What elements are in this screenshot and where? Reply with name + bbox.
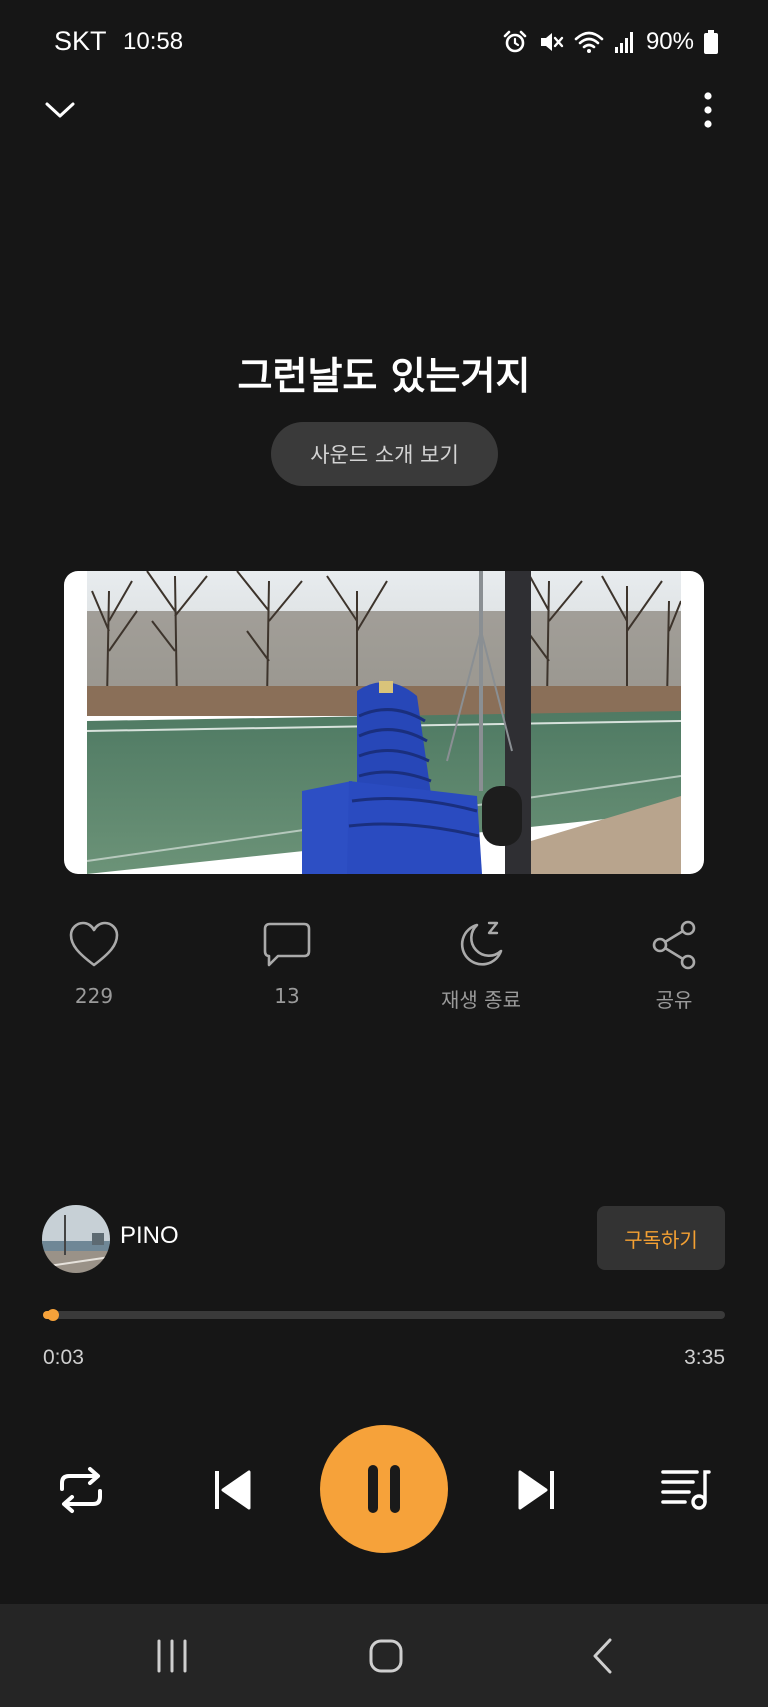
pause-icon — [368, 1465, 400, 1513]
previous-button[interactable] — [204, 1463, 258, 1517]
sleep-timer-action[interactable]: 재생 종료 — [411, 918, 551, 1013]
current-time: 0:03 — [43, 1346, 84, 1369]
repeat-button[interactable] — [50, 1462, 112, 1518]
comment-count: 13 — [274, 984, 300, 1008]
home-icon — [369, 1639, 403, 1672]
skip-previous-icon — [215, 1470, 251, 1510]
status-time: 10:58 — [123, 28, 184, 55]
home-button[interactable] — [326, 1604, 446, 1707]
heart-icon — [69, 921, 119, 967]
more-options-button[interactable] — [690, 88, 726, 132]
comment-icon — [263, 922, 311, 967]
share-action[interactable]: 공유 — [604, 918, 744, 1013]
recent-apps-button[interactable] — [112, 1604, 232, 1707]
track-title: 그런날도 있는거지 — [237, 354, 531, 398]
like-count: 229 — [74, 984, 114, 1008]
mute-icon — [540, 33, 564, 51]
artist-avatar[interactable] — [42, 1205, 110, 1273]
alarm-icon — [503, 30, 527, 53]
pause-button[interactable] — [320, 1425, 448, 1553]
skip-next-icon — [518, 1470, 554, 1510]
share-label: 공유 — [655, 988, 693, 1012]
status-bar: SKT 10:58 90% — [0, 0, 768, 86]
battery-icon — [704, 30, 718, 54]
carrier-label: SKT — [54, 26, 107, 56]
recent-apps-icon — [157, 1639, 187, 1672]
moon-icon — [460, 921, 503, 966]
status-icons: 90% — [502, 28, 718, 56]
more-vertical-icon — [704, 92, 712, 128]
playlist-button[interactable] — [656, 1462, 716, 1518]
back-icon — [593, 1638, 612, 1673]
avatar-photo — [42, 1205, 110, 1273]
next-button[interactable] — [511, 1463, 565, 1517]
artist-name[interactable]: PINO — [120, 1222, 179, 1250]
progress-bar[interactable] — [43, 1309, 725, 1321]
total-time: 3:35 — [684, 1346, 725, 1369]
album-art-photo — [87, 571, 681, 874]
subscribe-button[interactable]: 구독하기 — [597, 1206, 725, 1270]
comment-action[interactable]: 13 — [217, 918, 357, 1008]
like-action[interactable]: 229 — [24, 918, 164, 1008]
progress-thumb[interactable] — [46, 1309, 59, 1321]
share-icon — [652, 920, 696, 970]
playlist-icon — [661, 1470, 711, 1510]
album-art — [64, 571, 704, 874]
sleep-timer-label: 재생 종료 — [441, 988, 521, 1012]
repeat-icon — [60, 1467, 102, 1513]
player-screen: SKT 10:58 90% 그런날도 있는거지 사운드 소개 보기 229 13… — [0, 0, 768, 1707]
collapse-button[interactable] — [40, 90, 80, 130]
sound-intro-button[interactable]: 사운드 소개 보기 — [271, 422, 498, 486]
signal-icon — [614, 32, 633, 53]
battery-percent: 90% — [645, 28, 694, 55]
back-button[interactable] — [542, 1604, 662, 1707]
chevron-down-icon — [45, 102, 75, 118]
system-nav-bar — [0, 1604, 768, 1707]
wifi-icon — [574, 31, 604, 53]
